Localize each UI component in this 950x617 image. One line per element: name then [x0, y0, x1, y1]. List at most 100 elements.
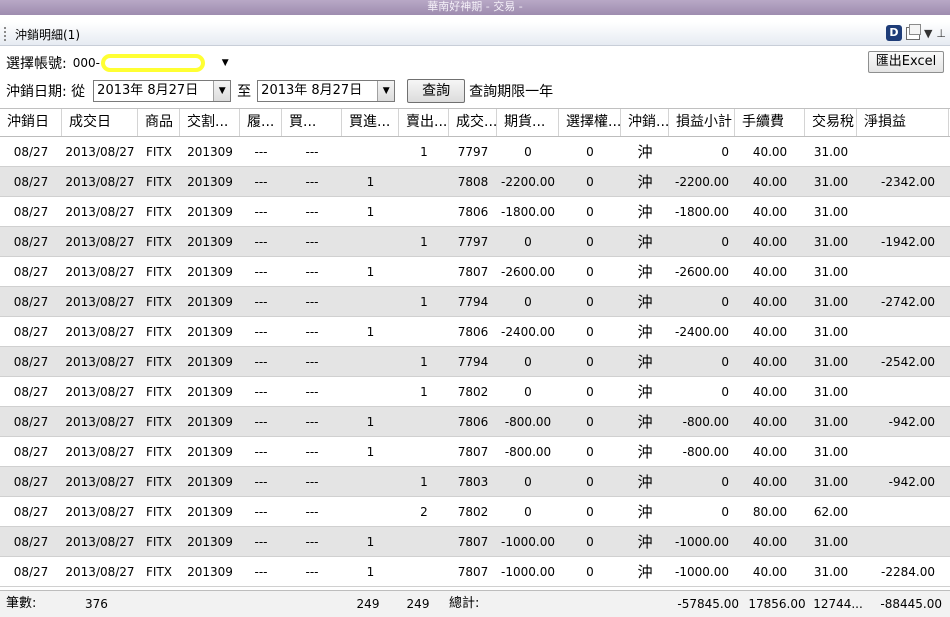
column-header-sell-qty[interactable]: 賣出... [399, 109, 449, 136]
cell-buy-qty [342, 137, 399, 166]
account-value: 000- [72, 56, 100, 70]
cell-trade-price: 7806 [457, 415, 489, 429]
cell-fee: 80.00 [752, 505, 788, 519]
cell-net-pnl [857, 497, 949, 526]
table-row[interactable]: 08/27 2013/08/27 FITX 201309 --- --- 1 7797 0 0 沖 0… [0, 137, 950, 167]
cell-delivery-month: 201309 [187, 505, 233, 519]
cell-trade-date: 2013/08/27 [65, 265, 135, 279]
date-to-picker[interactable]: 2013年 8月27日 ▼ [257, 80, 396, 102]
cell-net-pnl: -942.00 [888, 415, 935, 429]
cell-product: FITX [146, 355, 172, 369]
table-row[interactable]: 08/27 2013/08/27 FITX 201309 --- --- 1 7806 -180… [0, 197, 950, 227]
table-row[interactable]: 08/27 2013/08/27 FITX 201309 --- --- 1 7807 -100… [0, 557, 950, 587]
net-pnl-total: -88445.00 [880, 597, 942, 611]
cell-fee: 40.00 [752, 475, 788, 489]
drag-grip-icon[interactable] [4, 27, 7, 41]
date-row: 沖銷日期: 從 2013年 8月27日 ▼ 至 2013年 8月27日 ▼ 查詢… [6, 79, 553, 103]
cell-net-pnl [857, 377, 949, 406]
cell-pnl-subtotal: -1800.00 [675, 205, 729, 219]
chevron-down-icon[interactable]: ▼ [222, 53, 229, 73]
cell-buy-qty [342, 467, 399, 496]
column-header-buy-sell[interactable]: 買... [282, 109, 342, 136]
cell-trade-date: 2013/08/27 [65, 355, 135, 369]
cell-buy-sell: --- [305, 325, 319, 339]
cell-offset-date: 08/27 [13, 535, 49, 549]
cell-offset-date: 08/27 [13, 235, 49, 249]
column-header-pnl-subtotal[interactable]: 損益小計 [669, 109, 735, 136]
column-header-buy-qty[interactable]: 買進... [342, 109, 399, 136]
cell-sell-qty [399, 257, 449, 286]
cell-trade-price: 7807 [457, 535, 489, 549]
pin-icon[interactable]: ⊥ [936, 27, 946, 40]
cell-pnl-subtotal: -800.00 [682, 415, 729, 429]
column-header-trade-price[interactable]: 成交... [449, 109, 497, 136]
cell-tax: 31.00 [813, 355, 849, 369]
cell-trade-price: 7802 [457, 385, 489, 399]
cell-options-pnl: 0 [586, 145, 594, 159]
cell-pnl-subtotal: 0 [721, 475, 729, 489]
cell-futures-pnl: -1800.00 [501, 205, 555, 219]
table-row[interactable]: 08/27 2013/08/27 FITX 201309 --- --- 2 7802 0 0 沖 0… [0, 497, 950, 527]
window-icon[interactable] [905, 23, 921, 40]
export-excel-button[interactable]: 匯出Excel [868, 51, 944, 73]
cell-buy-qty: 1 [366, 205, 375, 219]
cell-offset-flag: 沖 [637, 563, 653, 581]
table-row[interactable]: 08/27 2013/08/27 FITX 201309 --- --- 1 7794 0 0 沖 0… [0, 347, 950, 377]
table-row[interactable]: 08/27 2013/08/27 FITX 201309 --- --- 1 7802 0 0 沖 0… [0, 377, 950, 407]
cell-fulfill: --- [254, 445, 268, 459]
chevron-down-icon[interactable]: ▼ [213, 81, 231, 101]
dropdown-icon[interactable]: ▼ [924, 27, 932, 40]
cell-net-pnl: -2742.00 [881, 295, 935, 309]
cell-tax: 31.00 [813, 325, 849, 339]
table-row[interactable]: 08/27 2013/08/27 FITX 201309 --- --- 1 7808 -220… [0, 167, 950, 197]
cell-offset-flag: 沖 [637, 263, 653, 281]
column-header-tax[interactable]: 交易稅 [805, 109, 857, 136]
column-header-options-pnl[interactable]: 選擇權... [559, 109, 621, 136]
cell-fulfill: --- [254, 325, 268, 339]
table-row[interactable]: 08/27 2013/08/27 FITX 201309 --- --- 1 7807 -260… [0, 257, 950, 287]
account-select[interactable]: 000- ▼ [71, 53, 231, 73]
offset-detail-table: 沖銷日 成交日 商品 交割... 履... 買... 買進... 賣出... 成交... 期貨..… [0, 108, 950, 590]
cell-net-pnl [857, 257, 949, 286]
column-header-product[interactable]: 商品 [138, 109, 180, 136]
cell-tax: 31.00 [813, 385, 849, 399]
table-row[interactable]: 08/27 2013/08/27 FITX 201309 --- --- 1 7807 -100… [0, 527, 950, 557]
cell-trade-date: 2013/08/27 [65, 325, 135, 339]
column-header-fulfill[interactable]: 履... [240, 109, 282, 136]
column-header-trade-date[interactable]: 成交日 [62, 109, 138, 136]
cell-offset-date: 08/27 [13, 445, 49, 459]
date-range-label: 沖銷日期: 從 [6, 84, 86, 100]
column-header-fee[interactable]: 手續費 [735, 109, 805, 136]
cell-pnl-subtotal: 0 [721, 505, 729, 519]
cell-futures-pnl: 0 [524, 475, 532, 489]
column-header-futures-pnl[interactable]: 期貨... [497, 109, 559, 136]
cell-delivery-month: 201309 [187, 355, 233, 369]
redaction-highlight [100, 54, 205, 72]
table-row[interactable]: 08/27 2013/08/27 FITX 201309 --- --- 1 7806 -800… [0, 407, 950, 437]
cell-futures-pnl: 0 [524, 505, 532, 519]
column-header-delivery-month[interactable]: 交割... [180, 109, 240, 136]
cell-tax: 62.00 [813, 505, 849, 519]
chevron-down-icon[interactable]: ▼ [377, 81, 395, 101]
date-from-picker[interactable]: 2013年 8月27日 ▼ [93, 80, 232, 102]
column-header-net-pnl[interactable]: 淨損益 [857, 109, 949, 136]
cell-buy-sell: --- [305, 385, 319, 399]
query-button[interactable]: 查詢 [407, 79, 466, 103]
cell-net-pnl: -2542.00 [881, 355, 935, 369]
cell-tax: 31.00 [813, 205, 849, 219]
cell-trade-date: 2013/08/27 [65, 385, 135, 399]
column-header-offset-flag[interactable]: 沖銷... [621, 109, 669, 136]
d-app-icon[interactable]: D [885, 25, 902, 41]
cell-buy-sell: --- [305, 565, 319, 579]
table-row[interactable]: 08/27 2013/08/27 FITX 201309 --- --- 1 7794 0 0 沖 0… [0, 287, 950, 317]
table-row[interactable]: 08/27 2013/08/27 FITX 201309 --- --- 1 7803 0 0 沖 0… [0, 467, 950, 497]
cell-product: FITX [146, 385, 172, 399]
cell-trade-date: 2013/08/27 [65, 475, 135, 489]
column-header-offset-date[interactable]: 沖銷日 [0, 109, 62, 136]
table-row[interactable]: 08/27 2013/08/27 FITX 201309 --- --- 1 7807 -800… [0, 437, 950, 467]
cell-options-pnl: 0 [586, 325, 594, 339]
table-row[interactable]: 08/27 2013/08/27 FITX 201309 --- --- 1 7806 -240… [0, 317, 950, 347]
cell-futures-pnl: 0 [524, 385, 532, 399]
table-row[interactable]: 08/27 2013/08/27 FITX 201309 --- --- 1 7797 0 0 沖 0… [0, 227, 950, 257]
cell-buy-sell: --- [305, 175, 319, 189]
